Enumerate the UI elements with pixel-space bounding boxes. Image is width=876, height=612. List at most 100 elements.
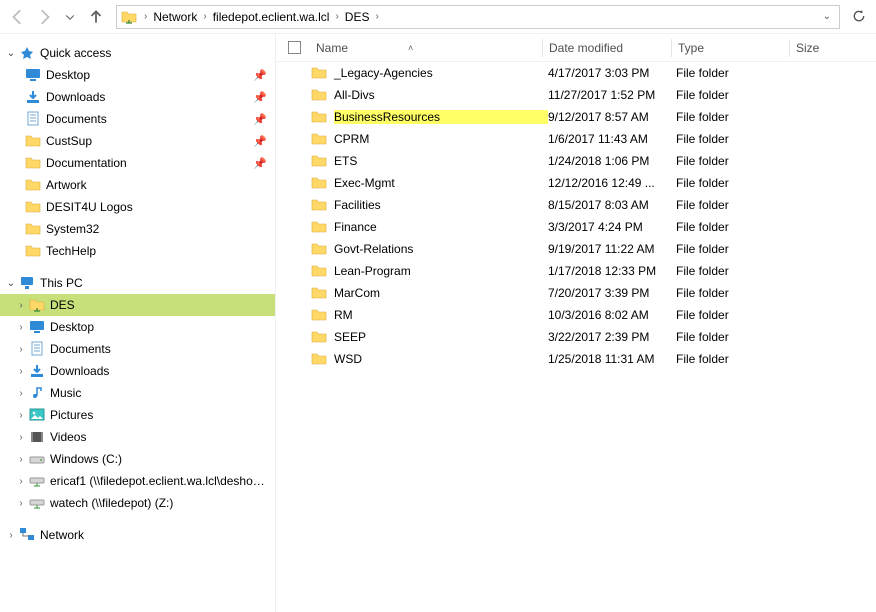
expand-toggle-icon[interactable]: › [14,476,28,487]
expand-toggle-icon[interactable]: › [14,300,28,311]
folder-icon [310,131,328,147]
this-pc-root[interactable]: ⌄ This PC [0,272,275,294]
file-name: BusinessResources [334,110,548,124]
folder-row[interactable]: ETS1/24/2018 1:06 PMFile folder [276,150,876,172]
back-button[interactable] [6,5,30,29]
folder-row[interactable]: Exec-Mgmt12/12/2016 12:49 ...File folder [276,172,876,194]
folder-icon [24,133,42,149]
address-bar[interactable]: › Network › filedepot.eclient.wa.lcl › D… [116,5,840,29]
column-header-name[interactable]: Name˄ [310,37,542,59]
expand-toggle-icon[interactable]: › [14,432,28,443]
expand-toggle-icon[interactable]: › [14,344,28,355]
netdrive-icon [28,473,46,489]
file-list[interactable]: _Legacy-Agencies4/17/2017 3:03 PM File fo… [276,62,876,612]
sidebar-item[interactable]: DESIT4U Logos [0,196,275,218]
file-date: 1/6/2017 11:43 AM [548,132,676,146]
sidebar-item[interactable]: Artwork [0,174,275,196]
desktop-icon [28,319,46,335]
breadcrumb-network[interactable]: Network [150,10,200,24]
sidebar-item[interactable]: ›Windows (C:) [0,448,275,470]
folder-row[interactable]: All-Divs11/27/2017 1:52 PMFile folder [276,84,876,106]
chevron-right-icon[interactable]: › [141,11,150,22]
column-header-size[interactable]: Size [790,37,850,59]
folder-row[interactable]: BusinessResources9/12/2017 8:57 AMFile f… [276,106,876,128]
sidebar-item[interactable]: ›ericaf1 (\\filedepot.eclient.wa.lcl\des… [0,470,275,492]
sidebar-item[interactable]: System32 [0,218,275,240]
expand-toggle-icon[interactable]: › [14,498,28,509]
folder-icon [310,109,328,125]
sidebar-item[interactable]: › Desktop [0,316,275,338]
expand-toggle-icon[interactable]: ⌄ [4,278,18,289]
recent-dropdown-button[interactable] [58,5,82,29]
sidebar-item[interactable]: › watech (\\filedepot) (Z:) [0,492,275,514]
folder-icon [310,219,328,235]
tree-label: CustSup [46,134,249,148]
folder-row[interactable]: Lean-Program1/17/2018 12:33 PMFile folde… [276,260,876,282]
sidebar-item[interactable]: ›Downloads [0,360,275,382]
sidebar-item[interactable]: Downloads📌 [0,86,275,108]
file-date: 8/15/2017 8:03 AM [548,198,676,212]
folder-row[interactable]: Facilities8/15/2017 8:03 AMFile folder [276,194,876,216]
file-name: SEEP [334,330,548,344]
chevron-right-icon[interactable]: › [372,11,381,22]
navigation-pane[interactable]: ⌄ Quick access Desktop📌Downloads📌Documen… [0,34,276,612]
folder-icon [310,329,328,345]
folder-row[interactable]: MarCom7/20/2017 3:39 PMFile folder [276,282,876,304]
file-type: File folder [676,308,793,322]
downloads-icon [28,363,46,379]
forward-button[interactable] [32,5,56,29]
sidebar-item[interactable]: Desktop📌 [0,64,275,86]
folder-row[interactable]: WSD1/25/2018 11:31 AMFile folder [276,348,876,370]
select-all-checkbox[interactable] [288,41,310,54]
chevron-right-icon[interactable]: › [200,11,209,22]
expand-toggle-icon[interactable]: › [14,454,28,465]
sort-asc-icon: ˄ [408,43,413,53]
column-header-type[interactable]: Type [672,37,789,59]
expand-toggle-icon[interactable]: › [14,322,28,333]
tree-label: Desktop [50,320,267,334]
expand-toggle-icon[interactable]: › [14,388,28,399]
folder-icon [310,197,328,213]
sidebar-item[interactable]: Documents📌 [0,108,275,130]
refresh-button[interactable] [846,5,870,29]
expand-toggle-icon[interactable]: › [4,530,18,541]
expand-toggle-icon[interactable]: ⌄ [4,48,18,59]
column-header-date[interactable]: Date modified [543,37,671,59]
sidebar-item[interactable]: › Pictures [0,404,275,426]
folder-row[interactable]: SEEP3/22/2017 2:39 PMFile folder [276,326,876,348]
file-name: _Legacy-Agencies [334,66,548,80]
folder-row[interactable]: Finance3/3/2017 4:24 PMFile folder [276,216,876,238]
expand-toggle-icon[interactable]: › [14,410,28,421]
tree-label: watech (\\filedepot) (Z:) [50,496,267,510]
expand-toggle-icon[interactable]: › [14,366,28,377]
sidebar-item[interactable]: ›Videos [0,426,275,448]
sidebar-item[interactable]: CustSup📌 [0,130,275,152]
file-name: ETS [334,154,548,168]
sidebar-item[interactable]: Documentation📌 [0,152,275,174]
sidebar-item[interactable]: ›Music [0,382,275,404]
up-button[interactable] [84,5,108,29]
breadcrumb-folder[interactable]: DES [342,10,373,24]
downloads-icon [24,89,42,105]
file-date: 11/27/2017 1:52 PM [548,88,676,102]
sidebar-item[interactable]: TechHelp [0,240,275,262]
folder-row[interactable]: _Legacy-Agencies4/17/2017 3:03 PMFile fo… [276,62,876,84]
sidebar-item[interactable]: ›Documents [0,338,275,360]
network-root[interactable]: › Network [0,524,275,546]
folder-row[interactable]: Govt-Relations9/19/2017 11:22 AMFile fol… [276,238,876,260]
folder-row[interactable]: CPRM1/6/2017 11:43 AMFile folder [276,128,876,150]
sidebar-item[interactable]: ›DES [0,294,275,316]
pin-icon: 📌 [249,69,267,82]
folder-icon [310,87,328,103]
quick-access-root[interactable]: ⌄ Quick access [0,42,275,64]
file-date: 4/17/2017 3:03 PM [548,66,676,80]
file-date: 1/17/2018 12:33 PM [548,264,676,278]
folder-row[interactable]: RM10/3/2016 8:02 AMFile folder [276,304,876,326]
breadcrumb-host[interactable]: filedepot.eclient.wa.lcl [210,10,333,24]
address-dropdown-icon[interactable]: ⌄ [823,11,835,22]
chevron-right-icon[interactable]: › [332,11,341,22]
tree-label: Pictures [50,408,267,422]
folder-icon [24,221,42,237]
pin-icon: 📌 [249,157,267,170]
file-date: 3/22/2017 2:39 PM [548,330,676,344]
